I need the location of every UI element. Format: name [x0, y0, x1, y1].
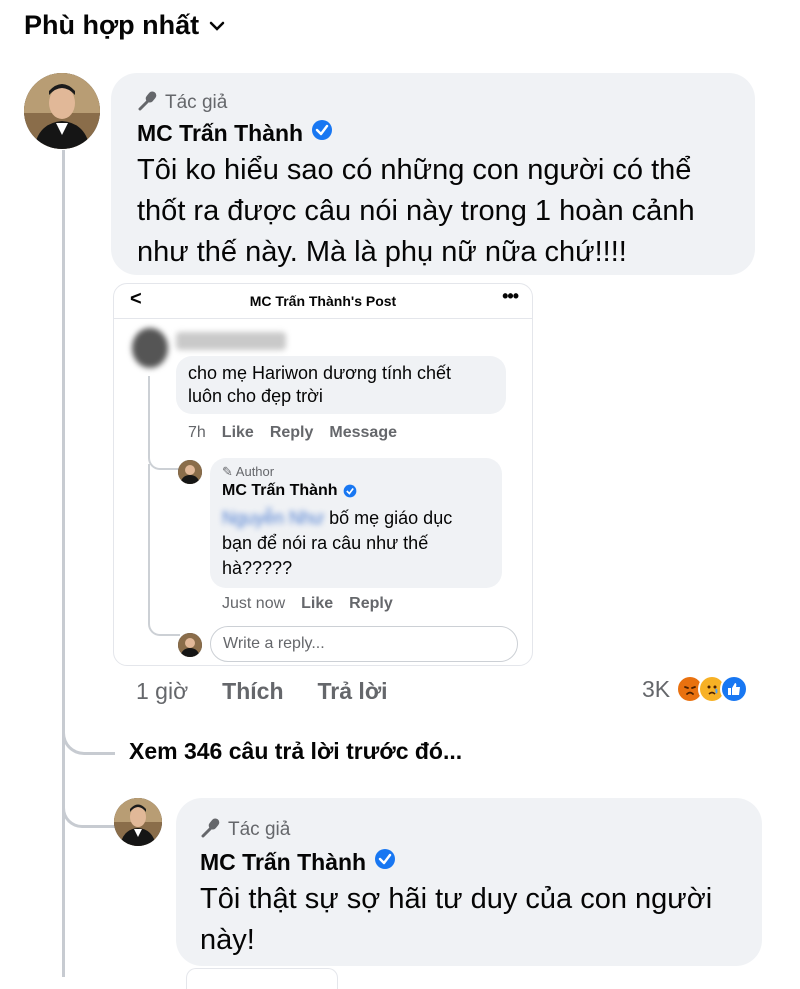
avatar[interactable] [114, 798, 162, 846]
screenshot-comment-actions: 7h Like Reply Message [188, 424, 397, 441]
thread-branch [62, 700, 115, 755]
screenshot-divider [114, 318, 532, 319]
reaction-count: 3K [642, 675, 671, 702]
screenshot-input-avatar [178, 633, 202, 657]
screenshot-reply-bubble: ✎ Author MC Trấn Thành Nguyễn Như bố mẹ … [210, 458, 502, 588]
back-arrow-icon: < [130, 288, 142, 310]
comment-text: Tôi thật sự sợ hãi tư duy của con người … [200, 883, 713, 956]
avatar[interactable] [24, 73, 100, 149]
more-icon: ••• [502, 286, 519, 306]
sort-dropdown[interactable]: Phù hợp nhất [24, 10, 225, 41]
thread-branch-2 [62, 775, 115, 828]
like-button[interactable]: Thích [222, 678, 283, 705]
author-tag: Tác giả [228, 819, 291, 840]
reaction-summary[interactable]: 3K [642, 675, 749, 703]
screenshot-reply-avatar [178, 460, 202, 484]
view-more-replies-link[interactable]: Xem 346 câu trả lời trước đó... [129, 738, 462, 765]
commenter-name[interactable]: MC Trấn Thành [137, 120, 303, 147]
blurred-avatar [132, 328, 168, 368]
screenshot-title: MC Trấn Thành's Post [249, 293, 397, 309]
screenshot-comment-line: luôn cho đẹp trời [188, 386, 323, 406]
verified-badge-icon [311, 119, 333, 147]
next-reply-preview [186, 968, 338, 989]
screenshot-reply-input: Write a reply... [210, 626, 518, 662]
attached-screenshot[interactable]: < MC Trấn Thành's Post ••• cho mẹ Hariwo… [113, 283, 533, 666]
screenshot-thread-2 [148, 464, 180, 636]
like-reaction-icon [720, 675, 749, 703]
verified-badge-icon [374, 848, 396, 876]
thread-line [62, 150, 65, 750]
reply-button[interactable]: Trả lời [318, 678, 388, 705]
screenshot-comment-bubble: cho mẹ Hariwon dương tính chết luôn cho … [176, 356, 506, 414]
screenshot-reply-actions: Just now Like Reply [222, 595, 393, 612]
blurred-name [176, 332, 286, 350]
comment-time[interactable]: 1 giờ [136, 678, 188, 705]
screenshot-comment-line: cho mẹ Hariwon dương tính chết [188, 363, 451, 383]
comment-actions: 1 giờ Thích Trả lời [136, 678, 388, 705]
comment-bubble: Tác giả MC Trấn Thành Tôi thật sự sợ hãi… [176, 798, 762, 966]
author-tag: Tác giả [165, 92, 228, 113]
microphone-icon [200, 816, 222, 844]
chevron-down-icon [209, 14, 225, 37]
microphone-icon [137, 89, 159, 117]
commenter-name[interactable]: MC Trấn Thành [200, 849, 366, 876]
comment-text: Tôi ko hiểu sao có những con người có th… [137, 154, 695, 268]
screenshot-header: < MC Trấn Thành's Post ••• [114, 284, 532, 318]
comment-bubble: Tác giả MC Trấn Thành Tôi ko hiểu sao có… [111, 73, 755, 275]
sort-label: Phù hợp nhất [24, 10, 200, 40]
screenshot-thread [148, 376, 180, 470]
